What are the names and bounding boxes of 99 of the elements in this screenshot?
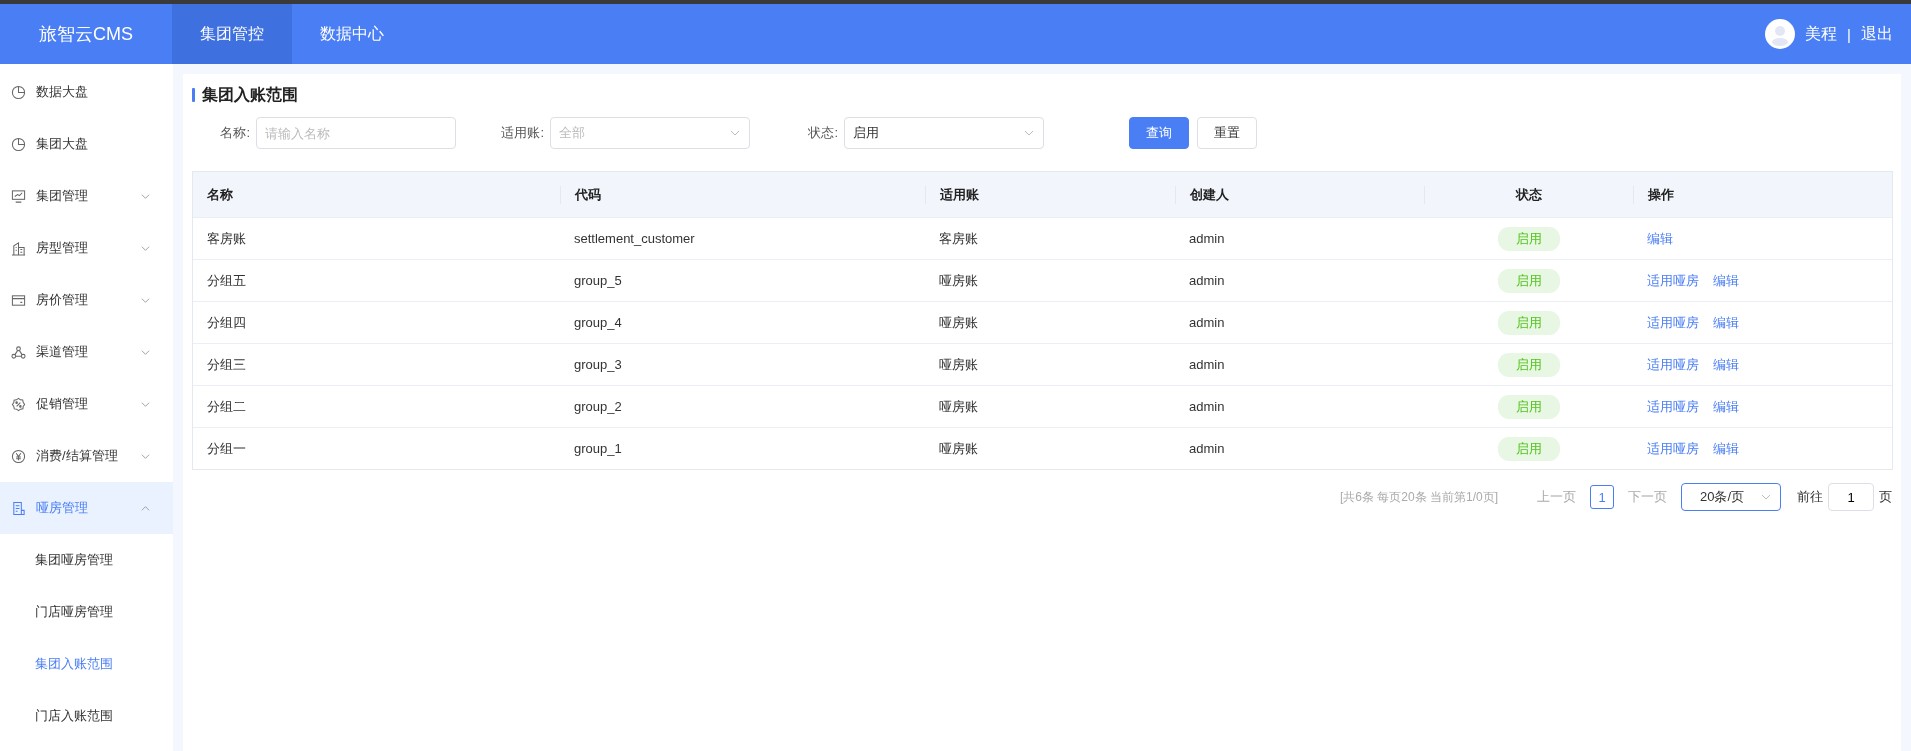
menu-label: 集团管理 bbox=[36, 187, 89, 205]
action-link[interactable]: 编辑 bbox=[1713, 271, 1739, 290]
page-input[interactable]: 1 bbox=[1828, 483, 1874, 511]
table-cell-text: 哑房账 bbox=[938, 355, 979, 374]
table-cell-text: group_5 bbox=[573, 273, 623, 288]
table-cell-text: group_3 bbox=[573, 357, 623, 372]
chart-icon bbox=[11, 136, 26, 152]
table-cell-text: 分组一 bbox=[206, 439, 247, 458]
status-tag: 启用 bbox=[1497, 268, 1560, 293]
table-cell-text: admin bbox=[1188, 399, 1226, 414]
menu-label: 房价管理 bbox=[36, 291, 89, 309]
sidebar-item[interactable]: 房型管理 bbox=[0, 222, 173, 274]
menu-label: 数据大盘 bbox=[36, 83, 89, 101]
menu-label: 渠道管理 bbox=[36, 343, 89, 361]
action-link[interactable]: 适用哑房 bbox=[1647, 271, 1699, 290]
table-cell-text: 分组三 bbox=[206, 355, 247, 374]
nav-tab[interactable]: 数据中心 bbox=[292, 4, 412, 64]
action-link[interactable]: 适用哑房 bbox=[1647, 355, 1699, 374]
table-cell-text: group_2 bbox=[573, 399, 623, 414]
status-tag: 启用 bbox=[1497, 310, 1560, 335]
status-tag: 启用 bbox=[1497, 394, 1560, 419]
nav-tab[interactable]: 集团管控 bbox=[172, 4, 292, 64]
sidebar-item[interactable]: 哑房管理 bbox=[0, 482, 173, 534]
table-cell-text: 哑房账 bbox=[938, 397, 979, 416]
table-cell-text: admin bbox=[1188, 357, 1226, 372]
sidebar-item[interactable]: 促销管理 bbox=[0, 378, 173, 430]
sidebar-item[interactable]: 渠道管理 bbox=[0, 326, 173, 378]
logout-link[interactable]: 退出 bbox=[1861, 23, 1893, 45]
table-cell-text: 客房账 bbox=[206, 229, 247, 248]
page-number[interactable]: 1 bbox=[1590, 485, 1614, 509]
menu-label: 房型管理 bbox=[36, 239, 89, 257]
column-header: 代码 bbox=[560, 185, 925, 204]
action-link[interactable]: 适用哑房 bbox=[1647, 397, 1699, 416]
menu-label: 促销管理 bbox=[36, 395, 89, 413]
monitor-icon bbox=[11, 188, 26, 204]
table-cell-text: admin bbox=[1188, 315, 1226, 330]
select-field[interactable]: 启用 bbox=[844, 117, 1044, 149]
yen-icon bbox=[11, 448, 26, 464]
goto-label: 前往 bbox=[1797, 488, 1823, 506]
building-icon bbox=[11, 240, 26, 256]
column-header: 创建人 bbox=[1175, 185, 1424, 204]
sidebar-item[interactable]: 房价管理 bbox=[0, 274, 173, 326]
column-header: 操作 bbox=[1633, 185, 1892, 204]
action-link[interactable]: 编辑 bbox=[1713, 313, 1739, 332]
action-link[interactable]: 编辑 bbox=[1713, 397, 1739, 416]
submenu-item[interactable]: 门店哑房管理 bbox=[0, 586, 173, 638]
document-icon bbox=[11, 500, 26, 516]
avatar-icon[interactable] bbox=[1765, 19, 1796, 49]
action-link[interactable]: 适用哑房 bbox=[1647, 439, 1699, 458]
submenu-item[interactable]: 门店入账范围 bbox=[0, 690, 173, 742]
table-cell-text: 分组五 bbox=[206, 271, 247, 290]
filter-label: 适用账: bbox=[500, 124, 544, 142]
network-icon bbox=[11, 344, 26, 360]
app-logo: 旅智云CMS bbox=[38, 23, 134, 46]
menu-label: 哑房管理 bbox=[36, 499, 89, 517]
table-cell-text: 哑房账 bbox=[938, 313, 979, 332]
action-link[interactable]: 编辑 bbox=[1713, 355, 1739, 374]
submenu-item[interactable]: 集团入账范围 bbox=[0, 638, 173, 690]
chart-icon bbox=[11, 84, 26, 100]
reset-button[interactable]: 重置 bbox=[1197, 117, 1257, 149]
filter-label: 状态: bbox=[807, 124, 838, 142]
pagination-summary: [共6条 每页20条 当前第1/0页] bbox=[1339, 488, 1498, 506]
table-cell-text: group_1 bbox=[573, 441, 623, 456]
table-cell-text: 分组四 bbox=[206, 313, 247, 332]
table-cell-text: 哑房账 bbox=[938, 271, 979, 290]
column-header: 名称 bbox=[206, 185, 234, 204]
status-tag: 启用 bbox=[1497, 226, 1560, 251]
name-field[interactable]: 请输入名称 bbox=[256, 117, 456, 149]
sidebar-item[interactable]: 数据大盘 bbox=[0, 66, 173, 118]
sidebar-item[interactable]: 消费/结算管理 bbox=[0, 430, 173, 482]
table-cell-text: admin bbox=[1188, 273, 1226, 288]
menu-label: 消费/结算管理 bbox=[36, 447, 119, 465]
page-title: 集团入账范围 bbox=[202, 84, 298, 105]
sidebar-item[interactable]: 集团大盘 bbox=[0, 118, 173, 170]
page-size-select[interactable]: 20条/页 bbox=[1681, 483, 1781, 511]
table-cell-text: admin bbox=[1188, 441, 1226, 456]
search-button[interactable]: 查询 bbox=[1129, 117, 1189, 149]
action-link[interactable]: 编辑 bbox=[1647, 229, 1673, 248]
table-cell-text: 客房账 bbox=[938, 229, 979, 248]
status-tag: 启用 bbox=[1497, 352, 1560, 377]
column-header: 状态 bbox=[1424, 185, 1633, 204]
table-cell-text: group_4 bbox=[573, 315, 623, 330]
table-cell-text: settlement_customer bbox=[573, 231, 696, 246]
action-link[interactable]: 适用哑房 bbox=[1647, 313, 1699, 332]
table-cell-text: 分组二 bbox=[206, 397, 247, 416]
title-accent bbox=[192, 88, 195, 102]
sidebar-item[interactable]: 集团管理 bbox=[0, 170, 173, 222]
column-header: 适用账 bbox=[925, 185, 1175, 204]
status-tag: 启用 bbox=[1497, 436, 1560, 461]
user-name: 美程 bbox=[1805, 23, 1838, 44]
table-cell-text: admin bbox=[1188, 231, 1226, 246]
menu-label: 集团大盘 bbox=[36, 135, 89, 153]
card-icon bbox=[11, 292, 26, 308]
submenu-item[interactable]: 集团哑房管理 bbox=[0, 534, 173, 586]
separator: | bbox=[1847, 25, 1851, 43]
page-unit: 页 bbox=[1879, 488, 1892, 506]
table-cell-text: 哑房账 bbox=[938, 439, 979, 458]
filter-label: 名称: bbox=[219, 124, 250, 142]
action-link[interactable]: 编辑 bbox=[1713, 439, 1739, 458]
